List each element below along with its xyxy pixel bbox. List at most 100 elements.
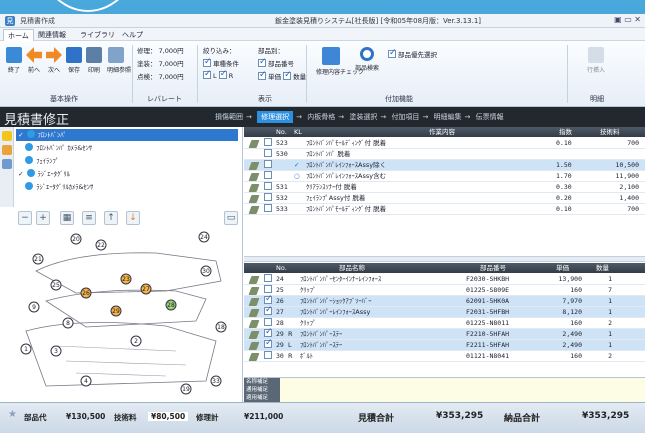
page-header: 見積書修正 損傷範囲 → 修理選択 → 内板骨格 → 塗装選択 → 付加項目 → 明細編集… xyxy=(0,107,645,128)
checkbox-qty[interactable] xyxy=(283,70,292,80)
zoom-in-icon[interactable]: + xyxy=(36,211,50,225)
parts-diagram[interactable]: 20 21 22 23 24 25 26 27 28 29 30 33 8 9 … xyxy=(16,231,238,399)
up-icon[interactable]: ↑ xyxy=(104,211,118,225)
row-checkbox[interactable] xyxy=(264,274,274,285)
down-icon[interactable]: ↓ xyxy=(126,211,140,225)
work-fee: 700 xyxy=(627,139,639,147)
svg-text:4: 4 xyxy=(84,378,88,385)
side-btn-icon[interactable] xyxy=(2,159,12,169)
parts-price-qty-checkbox[interactable]: 単価 数量 xyxy=(258,70,306,81)
table-row[interactable]: ✓ ﾌﾛﾝﾄﾊﾞﾝﾊﾟﾚｲﾝﾌｫｰｽAssy除く 1.50 10,500 xyxy=(244,160,645,171)
part-qty: 1 xyxy=(608,297,612,305)
part-name: ﾌﾛﾝﾄﾊﾞﾝﾊﾟｰｽﾃｰ xyxy=(300,330,343,338)
table-row[interactable]: 523 ﾌﾛﾝﾄﾊﾞﾝﾊﾟﾓｰﾙﾃﾞｨﾝｸﾞ付 脱着 0.10 700 xyxy=(244,138,645,149)
filter-lr-checkbox[interactable]: L R xyxy=(203,69,233,80)
table-row[interactable]: 25 ｸﾘｯﾌﾟ 01225-S809E 160 7 xyxy=(244,285,645,296)
zoom-out-icon[interactable]: − xyxy=(18,211,32,225)
next-button[interactable]: 次へ xyxy=(45,47,63,74)
detail-reference-button[interactable]: 明細参照 xyxy=(107,47,131,74)
exit-button[interactable]: 終了 xyxy=(5,47,23,74)
filter-vehicle-checkbox[interactable]: 車種条件 xyxy=(203,57,239,68)
table-row[interactable]: 26 ﾌﾛﾝﾄﾊﾞﾝﾊﾟｰｼｮｯｸｱﾌﾞｿｰﾊﾞｰ 62091-5HK0A 7,970… xyxy=(244,294,645,307)
step-repair-select[interactable]: 修理選択 xyxy=(257,111,294,123)
prev-button[interactable]: 前へ xyxy=(25,47,43,74)
window-title: 見積書作成 xyxy=(20,17,55,25)
save-button[interactable]: 保存 xyxy=(65,47,83,74)
table-row[interactable]: 30 R ﾎﾞﾙﾄ 01121-N8041 160 2 xyxy=(244,351,645,362)
part-name: ﾌﾛﾝﾄﾊﾞﾝﾊﾟｰｼｮｯｸｱﾌﾞｿｰﾊﾞｰ xyxy=(300,297,372,305)
row-checkbox[interactable] xyxy=(264,305,274,318)
step-damage-range[interactable]: 損傷範囲 xyxy=(215,113,243,121)
edit-pen-icon[interactable] xyxy=(248,351,260,365)
tree-item[interactable]: ﾗｼﾞｴｰﾀｸﾞﾘﾙｶﾒﾗ&ｾﾝｻ xyxy=(16,181,238,193)
checkbox-r[interactable] xyxy=(218,69,227,79)
pane-splitter[interactable] xyxy=(244,256,645,262)
parts-search-button[interactable]: 部品検索 xyxy=(354,47,380,72)
work-fee: 1,400 xyxy=(619,194,639,202)
table-row[interactable]: 27 ﾌﾛﾝﾄﾊﾞﾝﾊﾟｰﾚｲﾝﾌｫｰｽAssy F2031-5HFBH 8,120 1 xyxy=(244,305,645,318)
list-icon[interactable]: ≡ xyxy=(82,211,96,225)
tab-home[interactable]: ホーム xyxy=(3,29,34,41)
window-icon[interactable]: ▭ xyxy=(224,211,238,225)
step-paint-select[interactable]: 塗装選択 xyxy=(349,113,377,121)
work-no: 532 xyxy=(276,194,288,202)
estimate-total-value: ¥353,295 xyxy=(436,411,484,421)
svg-text:21: 21 xyxy=(34,256,42,263)
work-desc: ﾌﾛﾝﾄﾊﾞﾝﾊﾟﾚｲﾝﾌｫｰｽAssy含む xyxy=(306,172,387,180)
checkbox-price[interactable] xyxy=(258,70,267,80)
table-row[interactable]: 29 R ﾌﾛﾝﾄﾊﾞﾝﾊﾟｰｽﾃｰ F2210-5HFAH 2,490 1 xyxy=(244,327,645,340)
part-no: 25 xyxy=(276,286,284,294)
rates-label: レバレート xyxy=(147,95,182,103)
side-btn-icon[interactable] xyxy=(2,131,12,141)
edit-pen-icon[interactable] xyxy=(248,204,260,218)
table-row[interactable]: 533 ﾌﾛﾝﾄﾊﾞﾝﾊﾟﾓｰﾙﾃﾞｨﾝｸﾞ付 脱着 0.10 700 xyxy=(244,204,645,215)
table-row[interactable]: 530 ﾌﾛﾝﾄﾊﾞﾝﾊﾟ 脱着 xyxy=(244,149,645,160)
row-checkbox[interactable] xyxy=(264,182,274,193)
tab-library[interactable]: ライブラリ xyxy=(80,30,115,40)
tab-help[interactable]: ヘルプ xyxy=(122,30,143,40)
parts-priority-checkbox[interactable]: 部品優先選択 xyxy=(388,48,437,59)
step-slip-info[interactable]: 伝票情報 xyxy=(476,113,504,121)
arrow-right-icon xyxy=(46,47,62,63)
row-checkbox[interactable] xyxy=(264,351,274,362)
table-row[interactable]: 28 ｸﾘｯﾌﾟ 01225-N8011 160 2 xyxy=(244,318,645,329)
step-additional-items[interactable]: 付加項目 xyxy=(391,113,419,121)
tree-item[interactable]: ﾌﾛﾝﾄﾊﾞﾝﾊﾟ ｶﾒﾗ&ｾﾝｻ xyxy=(16,142,238,154)
basic-ops-label: 基本操作 xyxy=(50,95,78,103)
insert-row-button[interactable]: 行挿入 xyxy=(583,47,609,74)
work-fee: 11,900 xyxy=(615,172,639,180)
row-checkbox[interactable] xyxy=(264,138,274,149)
checkbox[interactable] xyxy=(258,57,267,67)
checkbox[interactable] xyxy=(203,57,212,67)
tab-related-info[interactable]: 関連情報 xyxy=(38,30,66,40)
table-row[interactable]: 24 ﾌﾛﾝﾄﾊﾞﾝﾊﾟｰｾﾝﾀｰｲﾝﾅｰﾚｲﾝﾌｫｰｽ F2030-SHKBH 13… xyxy=(244,274,645,285)
row-checkbox[interactable] xyxy=(264,171,274,182)
part-name: ｸﾘｯﾌﾟ xyxy=(300,319,317,327)
table-row[interactable]: 531 ｸﾘｱﾗﾝｽｿﾅｰ付 脱着 0.30 2,100 xyxy=(244,182,645,193)
window-controls[interactable]: ▣ ▭ ✕ xyxy=(614,15,641,24)
part-qty: 1 xyxy=(608,341,612,349)
row-checkbox[interactable] xyxy=(264,204,274,215)
print-button[interactable]: 印刷 xyxy=(85,47,103,74)
checkbox-l[interactable] xyxy=(203,69,212,79)
repair-check-button[interactable]: 修理内容チェック xyxy=(316,47,364,76)
step-detail-edit[interactable]: 明細編集 xyxy=(434,113,462,121)
notes-area[interactable]: 名称補足 通用補足 適用補足 xyxy=(244,377,645,403)
parts-number-checkbox[interactable]: 部品番号 xyxy=(258,57,294,68)
row-checkbox[interactable] xyxy=(264,149,274,160)
table-row[interactable]: 29 L ﾌﾛﾝﾄﾊﾞﾝﾊﾟｰｽﾃｰ F2211-5HFAH 2,490 1 xyxy=(244,338,645,351)
tree-item[interactable]: ﾌｪｲﾗﾝﾌﾟ xyxy=(16,155,238,167)
row-checkbox[interactable] xyxy=(264,193,274,204)
checkbox[interactable] xyxy=(388,48,397,58)
tree-item[interactable]: ✓ ﾗｼﾞｴｰﾀｸﾞﾘﾙ xyxy=(16,168,238,180)
row-checkbox[interactable] xyxy=(264,160,274,171)
table-row[interactable]: 532 ﾌｪｲﾗﾝﾌﾟAssy付 脱着 0.20 1,400 xyxy=(244,193,645,204)
table-row[interactable]: ○ ﾌﾛﾝﾄﾊﾞﾝﾊﾟﾚｲﾝﾌｫｰｽAssy含む 1.70 11,900 xyxy=(244,171,645,182)
tree-item[interactable]: ✓ ﾌﾛﾝﾄﾊﾞﾝﾊﾟ xyxy=(16,129,238,141)
row-checkbox[interactable] xyxy=(264,338,274,351)
part-no: 29 xyxy=(276,341,284,349)
ribbon-tabs: ホーム 関連情報 ライブラリ ヘルプ xyxy=(0,28,645,41)
grid-icon[interactable]: ▦ xyxy=(60,211,74,225)
step-inner-frame[interactable]: 内板骨格 xyxy=(307,113,335,121)
side-btn-icon[interactable] xyxy=(2,145,12,155)
